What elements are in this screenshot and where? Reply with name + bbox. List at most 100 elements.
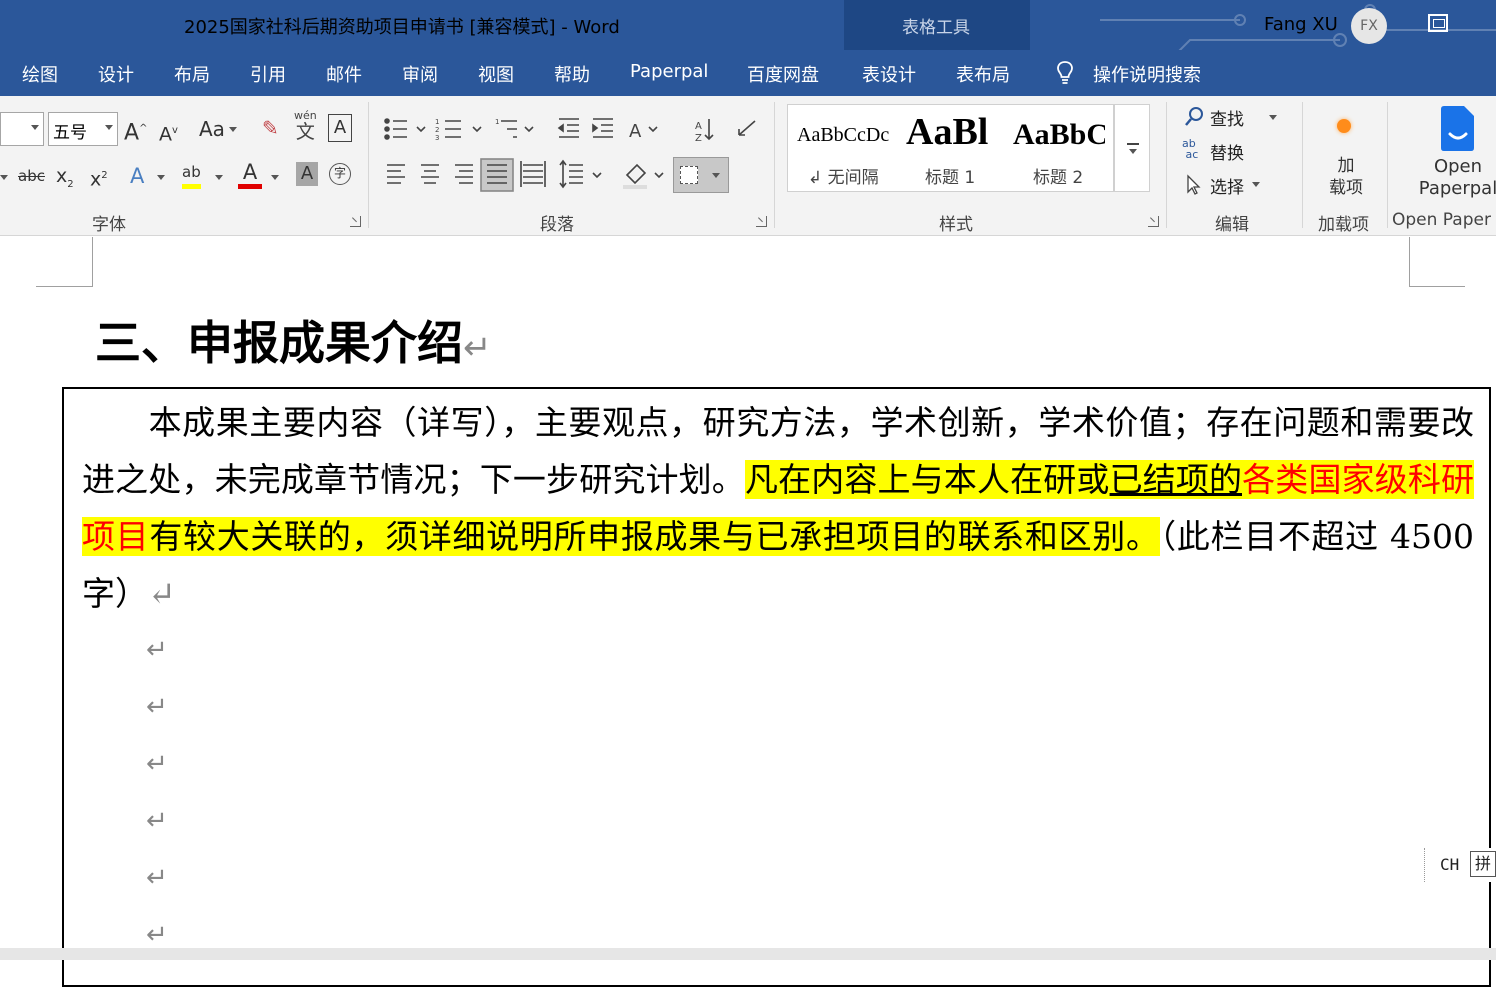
character-border-button[interactable]: A [328,114,352,142]
ribbon-display-options-icon[interactable] [1428,14,1448,32]
style-heading1-sample[interactable]: AaBl [906,110,998,154]
paragraph-mark: ↵ [463,328,492,368]
change-case-button[interactable]: Aa [199,115,225,143]
enclose-characters-button[interactable]: 字 [329,163,351,185]
select-dropdown-icon[interactable] [1252,182,1260,187]
phonetic-guide-button[interactable]: wén 文 [294,110,317,143]
tab-help[interactable]: 帮助 [554,61,590,87]
paragraph-group-label: 段落 [540,215,574,235]
crop-mark [92,237,93,287]
style-no-spacing-name[interactable]: ↲ 无间隔 [808,163,879,188]
strikethrough-button[interactable]: abc [18,162,45,190]
para-text-highlight: 凡在内容上与本人在研或 [744,460,1110,499]
style-heading2-sample[interactable]: AaBbC [1013,118,1105,152]
addins-group-label: 加载项 [1318,215,1369,235]
styles-dialog-launcher-icon[interactable] [1148,216,1159,227]
instruction-paragraph[interactable]: 本成果主要内容（详写），主要观点，研究方法，学术创新，学术价值；存在问题和需要改… [82,394,1475,622]
font-name-combo[interactable] [0,112,44,146]
styles-more-button[interactable] [1114,104,1150,192]
grow-font-button[interactable]: A^ [124,115,147,147]
svg-text:1: 1 [435,118,439,126]
tab-design[interactable]: 设计 [98,61,134,87]
tab-draw[interactable]: 绘图 [22,61,58,87]
change-case-dropdown-icon[interactable] [229,127,237,132]
ime-mode-indicator[interactable]: CH [1440,855,1459,874]
empty-paragraph-mark[interactable]: ↵ [146,863,168,893]
group-separator [1387,102,1388,228]
group-separator [774,102,775,228]
empty-paragraph-mark[interactable]: ↵ [146,692,168,722]
avatar[interactable]: FX [1351,8,1387,44]
tab-table-layout[interactable]: 表布局 [956,61,1010,87]
crop-mark [1409,237,1410,287]
group-separator [1302,102,1303,228]
tell-me-search[interactable]: 操作说明搜索 [1093,61,1201,87]
borders-button[interactable] [673,157,729,193]
empty-paragraph-mark[interactable]: ↵ [146,749,168,779]
font-dialog-launcher-icon[interactable] [350,216,361,227]
style-no-spacing-sample[interactable]: AaBbCcDc [797,124,889,147]
shrink-font-button[interactable]: Av [159,117,178,148]
select-button[interactable]: 选择 [1210,173,1244,198]
tab-review[interactable]: 审阅 [402,61,438,87]
tab-layout[interactable]: 布局 [174,61,210,87]
character-shading-button[interactable]: A [296,162,318,186]
addins-button[interactable]: 加 载项 [1326,155,1366,199]
replace-button[interactable]: 替换 [1210,139,1244,164]
empty-paragraph-mark[interactable]: ↵ [146,806,168,836]
subscript-button[interactable]: x2 [56,162,74,199]
tab-mailings[interactable]: 邮件 [326,61,362,87]
cursor-icon [1187,174,1201,195]
text-effects-button[interactable]: A [130,162,144,190]
paperpal-group-label: Open Paper [1392,210,1491,230]
section-heading[interactable]: 三、申报成果介绍↵ [95,307,492,373]
crop-mark [1409,286,1465,287]
empty-paragraph-mark[interactable]: ↵ [146,920,168,950]
highlight-dropdown-icon[interactable] [215,175,223,180]
svg-text:Z: Z [695,133,702,144]
style-heading1-name[interactable]: 标题 1 [925,163,975,188]
font-row-dropdown-icon[interactable] [0,175,8,180]
lightbulb-icon [1057,61,1073,84]
crop-mark [36,286,92,287]
svg-text:2: 2 [435,126,439,134]
status-bar [0,948,1496,960]
window-title: 2025国家社科后期资助项目申请书 [兼容模式] - Word [184,17,620,38]
find-dropdown-icon[interactable] [1269,115,1277,120]
para-text-highlight: 有较大关联的，须详细说明所申报成果与已承担项目的联系和区别。 [149,517,1160,556]
style-heading2-name[interactable]: 标题 2 [1033,163,1083,188]
para-text-highlight-underline: 已结项的 [1109,460,1243,499]
svg-text:A: A [629,121,642,142]
ime-pinyin-indicator[interactable]: 拼 [1470,851,1496,877]
tab-table-design[interactable]: 表设计 [862,61,916,87]
styles-group-label: 样式 [939,215,973,235]
font-size-combo[interactable]: 五号 [48,112,118,146]
table-tools-label: 表格工具 [902,18,970,38]
tab-view[interactable]: 视图 [478,61,514,87]
find-button[interactable]: 查找 [1210,105,1244,130]
addin-icon [1337,119,1351,133]
text-effects-dropdown-icon[interactable] [157,175,165,180]
svg-text:A: A [695,121,702,132]
paragraph-mark: ↵ [148,574,176,613]
editing-group-label: 编辑 [1215,215,1249,235]
clear-formatting-icon[interactable]: ✎ [262,114,279,142]
font-color-dropdown-icon[interactable] [271,175,279,180]
paperpal-icon [1441,106,1474,151]
svg-text:3: 3 [435,134,439,142]
font-color-button[interactable]: A [238,160,262,189]
group-separator [368,102,369,228]
replace-icon: ab ac [1182,137,1199,161]
user-name[interactable]: Fang XU [1264,14,1338,35]
superscript-button[interactable]: x2 [90,162,108,193]
tab-references[interactable]: 引用 [250,61,286,87]
tab-baidu-netdisk[interactable]: 百度网盘 [747,61,819,87]
svg-text:1: 1 [495,118,499,126]
font-group-label: 字体 [92,215,126,235]
paragraph-dialog-launcher-icon[interactable] [756,216,767,227]
group-separator [1166,102,1167,228]
highlight-color-button[interactable]: ab [182,160,201,189]
tab-paperpal[interactable]: Paperpal [630,61,708,82]
open-paperpal-button[interactable]: Open Paperpal [1408,156,1496,200]
empty-paragraph-mark[interactable]: ↵ [146,635,168,665]
